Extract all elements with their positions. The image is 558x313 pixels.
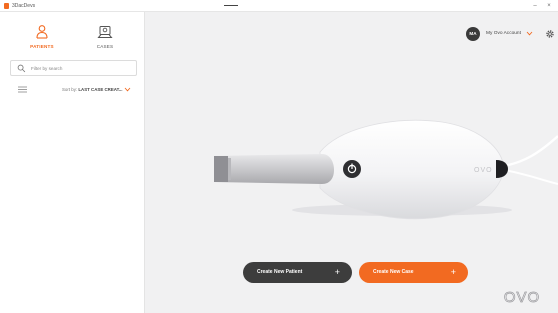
gear-icon[interactable] bbox=[545, 29, 555, 39]
svg-text:OVO: OVO bbox=[474, 167, 493, 174]
chevron-down-icon[interactable] bbox=[526, 31, 533, 36]
chevron-down-icon[interactable] bbox=[124, 87, 131, 92]
plus-icon: + bbox=[334, 267, 340, 277]
title-bar: 3DacDevs – × bbox=[0, 0, 558, 12]
sort-value: LAST CASE CREAT... bbox=[78, 87, 123, 92]
search-icon bbox=[17, 64, 26, 73]
close-button[interactable]: × bbox=[544, 1, 554, 11]
plus-icon: + bbox=[450, 267, 456, 277]
tab-patients[interactable]: PATIENTS bbox=[17, 24, 67, 64]
sort-label: Sort by: bbox=[62, 87, 78, 92]
minimize-button[interactable]: – bbox=[530, 1, 540, 11]
patient-icon bbox=[36, 25, 48, 39]
tab-patients-label: PATIENTS bbox=[30, 44, 54, 49]
tab-cases[interactable]: CASES bbox=[80, 24, 130, 64]
drag-handle[interactable] bbox=[224, 5, 238, 6]
sidebar: PATIENTS CASES Sort by: LAST CASE CREAT.… bbox=[0, 12, 145, 313]
account-label[interactable]: My Ovo Account bbox=[486, 30, 521, 38]
filter-icon[interactable] bbox=[18, 86, 27, 93]
scanner-device-image: OVO bbox=[214, 119, 558, 220]
avatar[interactable]: MA bbox=[466, 27, 480, 41]
search-field[interactable] bbox=[10, 60, 137, 76]
tab-cases-label: CASES bbox=[96, 44, 114, 49]
app-icon bbox=[4, 3, 9, 9]
svg-text:OVO: OVO bbox=[504, 289, 540, 305]
create-case-button[interactable]: Create New Case + bbox=[359, 262, 468, 283]
create-patient-button[interactable]: Create New Patient + bbox=[243, 262, 352, 283]
search-input[interactable] bbox=[31, 63, 131, 74]
create-patient-label: Create New Patient bbox=[257, 269, 303, 275]
sort-dropdown[interactable]: Sort by: LAST CASE CREAT... bbox=[62, 86, 122, 93]
create-case-label: Create New Case bbox=[373, 269, 414, 275]
cases-icon bbox=[97, 26, 113, 38]
ovo-logo: OVO bbox=[503, 289, 540, 305]
window-title: 3DacDevs bbox=[12, 3, 36, 9]
